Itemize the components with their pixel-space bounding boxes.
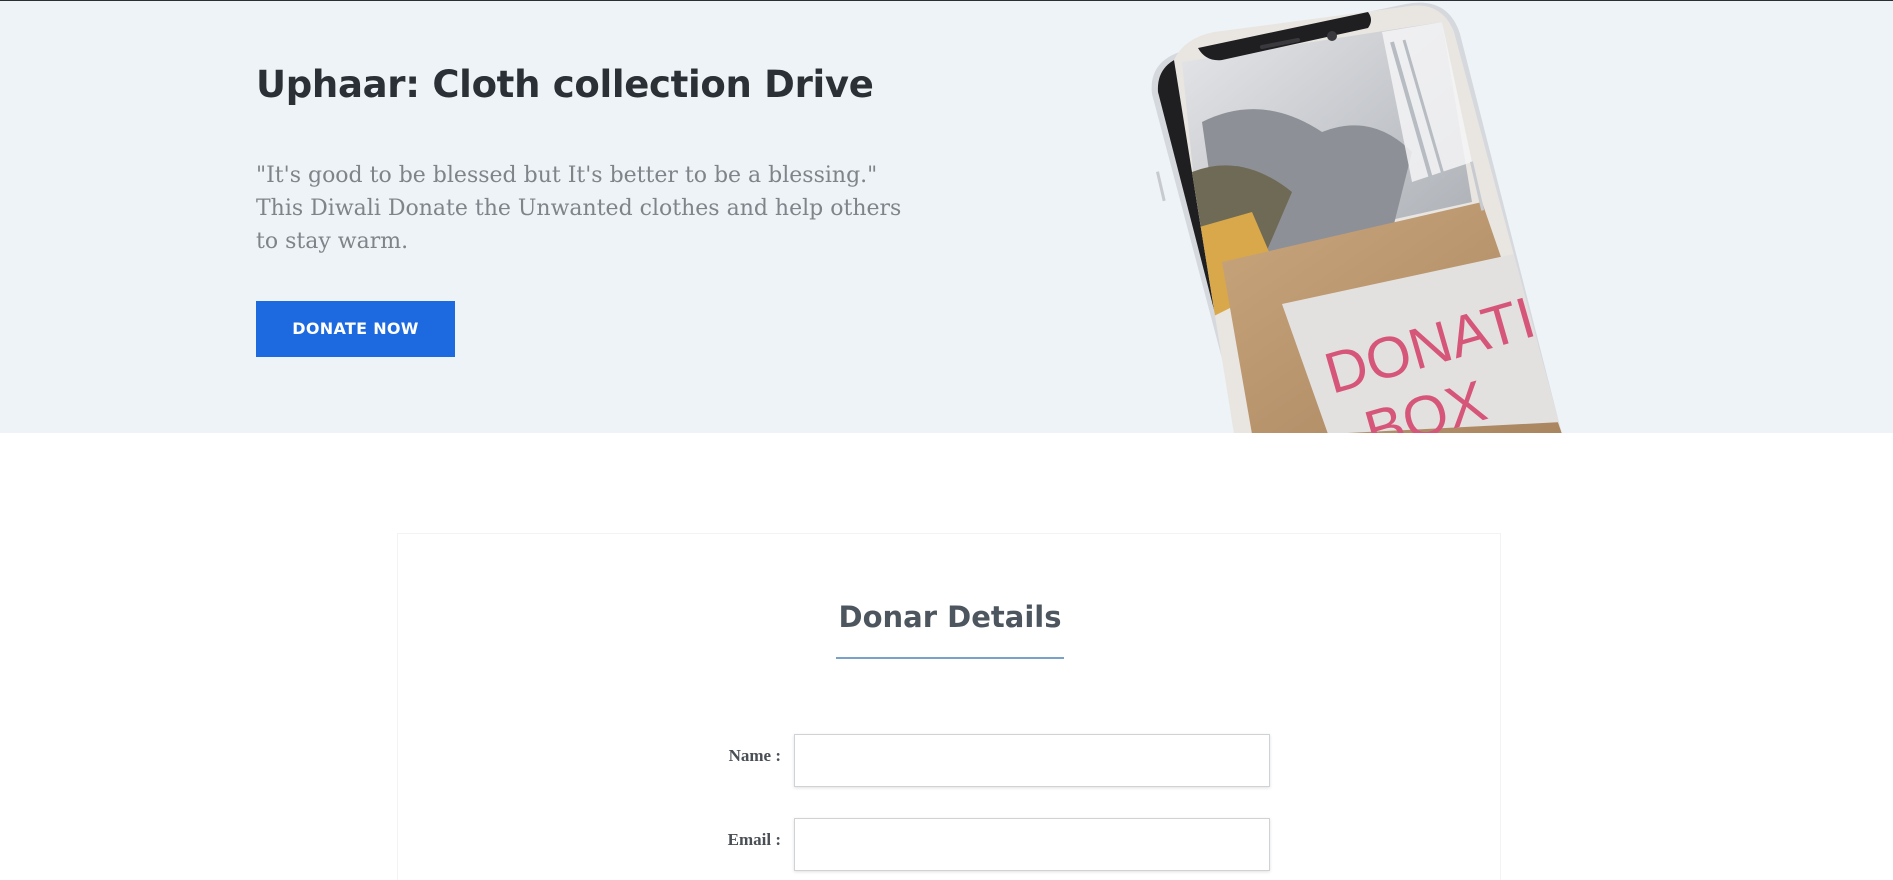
phone-illustration: DONATIO BOX bbox=[1151, 2, 1562, 433]
hero-section: Uphaar: Cloth collection Drive "It's goo… bbox=[0, 1, 1893, 433]
hero-quote-line-2: This Diwali Donate the Unwanted clothes … bbox=[256, 196, 902, 221]
name-input[interactable] bbox=[794, 734, 1270, 787]
form-title: Donar Details bbox=[838, 600, 1062, 634]
form-title-underline bbox=[836, 657, 1064, 659]
hero-quote-line-3: to stay warm. bbox=[256, 229, 409, 254]
email-label: Email : bbox=[727, 830, 781, 849]
hero-title: Uphaar: Cloth collection Drive bbox=[256, 63, 874, 106]
phone-donation-box-image: DONATIO BOX bbox=[1142, 2, 1562, 433]
email-input[interactable] bbox=[794, 818, 1270, 871]
donor-details-form: Donar Details Name : Email : bbox=[397, 533, 1501, 880]
donate-now-button[interactable]: DONATE NOW bbox=[256, 301, 455, 357]
hero-quote-line-1: "It's good to be blessed but It's better… bbox=[256, 163, 878, 188]
name-label: Name : bbox=[728, 746, 781, 765]
hero-quote: "It's good to be blessed but It's better… bbox=[256, 159, 902, 258]
